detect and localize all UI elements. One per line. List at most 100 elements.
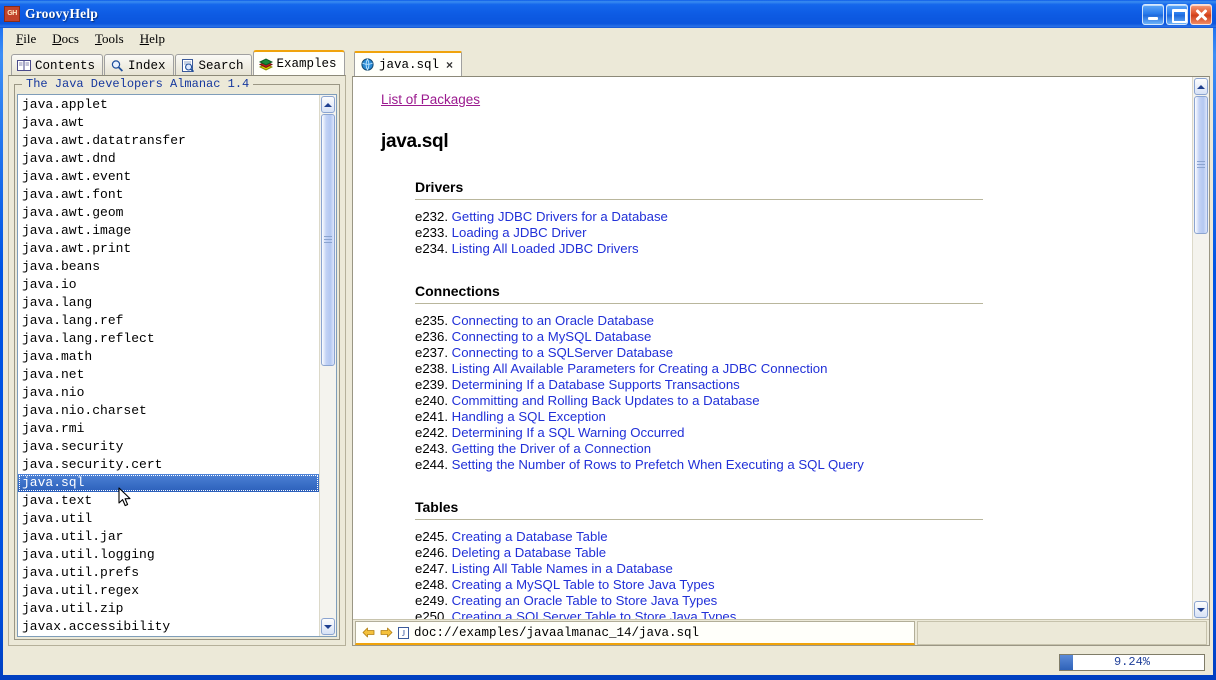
package-list-item[interactable]: java.nio.charset <box>18 402 319 420</box>
package-list[interactable]: java.applet java.awt java.awt.datatransfer… <box>18 95 319 636</box>
document-status-bar: J doc://examples/javaalmanac_14/java.sql <box>353 619 1209 645</box>
package-list-item[interactable]: java.security <box>18 438 319 456</box>
package-list-item[interactable]: java.util.logging <box>18 546 319 564</box>
package-list-item[interactable]: java.applet <box>18 96 319 114</box>
menu-item-file[interactable]: File <box>9 29 45 49</box>
package-list-item[interactable]: java.sql <box>18 474 319 492</box>
list-of-packages-link[interactable]: List of Packages <box>381 92 480 107</box>
doc-entry-number: e241. <box>415 409 452 424</box>
address-bar[interactable]: J doc://examples/javaalmanac_14/java.sql <box>355 621 915 645</box>
package-list-item[interactable]: java.rmi <box>18 420 319 438</box>
tab-search-label: Search <box>198 58 244 73</box>
package-list-item[interactable]: java.awt.geom <box>18 204 319 222</box>
page-title: java.sql <box>381 131 449 152</box>
scroll-down-button[interactable] <box>321 618 335 635</box>
doc-entry-number: e246. <box>415 545 452 560</box>
forward-arrow-icon[interactable] <box>380 627 393 638</box>
address-url: doc://examples/javaalmanac_14/java.sql <box>414 625 700 640</box>
scroll-thumb[interactable] <box>321 114 335 366</box>
minimize-button[interactable] <box>1142 3 1164 25</box>
doc-entry-link[interactable]: Creating a SQLServer Table to Store Java… <box>452 609 737 619</box>
close-button[interactable] <box>1190 3 1212 25</box>
package-list-item[interactable]: java.text <box>18 492 319 510</box>
doc-entry-link[interactable]: Handling a SQL Exception <box>452 409 606 424</box>
doc-entry-link[interactable]: Determining If a Database Supports Trans… <box>452 377 740 392</box>
doc-entry: e242. Determining If a SQL Warning Occur… <box>415 425 1192 441</box>
package-list-item[interactable]: java.util <box>18 510 319 528</box>
doc-entry-link[interactable]: Creating a Database Table <box>452 529 608 544</box>
doc-entry-number: e234. <box>415 241 452 256</box>
doc-entry-link[interactable]: Connecting to a MySQL Database <box>452 329 652 344</box>
package-list-item[interactable]: javax.accessibility <box>18 618 319 636</box>
package-list-item[interactable]: java.awt.datatransfer <box>18 132 319 150</box>
status-filler <box>917 621 1207 645</box>
package-list-item[interactable]: java.beans <box>18 258 319 276</box>
doc-scroll-down-button[interactable] <box>1194 601 1208 618</box>
almanac-group-title: The Java Developers Almanac 1.4 <box>22 77 254 91</box>
menu-item-docs[interactable]: Docs <box>45 29 88 49</box>
doc-entry-number: e235. <box>415 313 452 328</box>
package-list-item[interactable]: java.io <box>18 276 319 294</box>
package-list-item[interactable]: java.util.regex <box>18 582 319 600</box>
doc-entry: e246. Deleting a Database Table <box>415 545 1192 561</box>
package-list-item[interactable]: java.awt <box>18 114 319 132</box>
scroll-track[interactable] <box>320 114 336 617</box>
package-list-item[interactable]: java.net <box>18 366 319 384</box>
doc-scroll-grip-icon <box>1197 161 1205 169</box>
doc-scroll-up-button[interactable] <box>1194 78 1208 95</box>
doc-entry-link[interactable]: Listing All Available Parameters for Cre… <box>452 361 828 376</box>
chevron-down-icon <box>1197 607 1205 612</box>
doc-entry-link[interactable]: Loading a JDBC Driver <box>452 225 587 240</box>
doc-entry-link[interactable]: Listing All Loaded JDBC Drivers <box>452 241 639 256</box>
search-icon <box>111 60 124 72</box>
back-arrow-icon[interactable] <box>362 627 375 638</box>
doc-entry-link[interactable]: Connecting to a SQLServer Database <box>452 345 673 360</box>
doc-entry-link[interactable]: Creating an Oracle Table to Store Java T… <box>452 593 718 608</box>
package-list-item[interactable]: java.math <box>18 348 319 366</box>
doc-entry-link[interactable]: Committing and Rolling Back Updates to a… <box>452 393 760 408</box>
package-list-item[interactable]: java.nio <box>18 384 319 402</box>
doc-entry-link[interactable]: Connecting to an Oracle Database <box>452 313 654 328</box>
document-scrollbar[interactable] <box>1192 77 1209 619</box>
almanac-group-box: The Java Developers Almanac 1.4 java.app… <box>14 77 340 640</box>
tab-search[interactable]: Search <box>174 54 252 76</box>
doc-entry-link[interactable]: Getting JDBC Drivers for a Database <box>452 209 668 224</box>
tab-contents[interactable]: Contents <box>11 54 104 76</box>
package-list-item[interactable]: java.security.cert <box>18 456 319 474</box>
package-list-scrollbar[interactable] <box>319 95 336 636</box>
document-tab-label: java.sql <box>379 57 440 72</box>
tab-index[interactable]: Index <box>104 54 174 76</box>
package-list-item[interactable]: java.util.zip <box>18 600 319 618</box>
menu-item-tools[interactable]: Tools <box>88 29 133 49</box>
doc-entry-link[interactable]: Determining If a SQL Warning Occurred <box>452 425 685 440</box>
doc-entry-link[interactable]: Deleting a Database Table <box>452 545 606 560</box>
doc-section-heading: Tables <box>415 499 983 520</box>
doc-entry-link[interactable]: Listing All Table Names in a Database <box>452 561 673 576</box>
package-list-item[interactable]: java.awt.event <box>18 168 319 186</box>
doc-entry-link[interactable]: Getting the Driver of a Connection <box>452 441 651 456</box>
window-title: GroovyHelp <box>25 6 99 21</box>
doc-entry-link[interactable]: Setting the Number of Rows to Prefetch W… <box>452 457 864 472</box>
package-list-item[interactable]: java.awt.image <box>18 222 319 240</box>
package-list-item[interactable]: java.awt.font <box>18 186 319 204</box>
package-list-item[interactable]: java.awt.print <box>18 240 319 258</box>
doc-scroll-track[interactable] <box>1193 96 1209 600</box>
doc-entry-link[interactable]: Creating a MySQL Table to Store Java Typ… <box>452 577 715 592</box>
chevron-up-icon <box>1197 84 1205 89</box>
scroll-up-button[interactable] <box>321 96 335 113</box>
globe-icon <box>361 58 374 71</box>
magnifier-page-icon <box>181 59 194 72</box>
split-panes: Contents Index Search Examples The Java … <box>6 50 1210 646</box>
package-list-item[interactable]: java.lang.reflect <box>18 330 319 348</box>
document-tab-java-sql[interactable]: java.sql × <box>354 51 463 76</box>
doc-scroll-thumb[interactable] <box>1194 96 1208 234</box>
package-list-item[interactable]: java.util.jar <box>18 528 319 546</box>
package-list-item[interactable]: java.lang.ref <box>18 312 319 330</box>
package-list-item[interactable]: java.lang <box>18 294 319 312</box>
package-list-item[interactable]: java.util.prefs <box>18 564 319 582</box>
close-icon[interactable]: × <box>446 58 453 72</box>
package-list-item[interactable]: java.awt.dnd <box>18 150 319 168</box>
tab-examples[interactable]: Examples <box>252 50 345 75</box>
menu-item-help[interactable]: Help <box>133 29 174 49</box>
maximize-button[interactable] <box>1166 3 1188 25</box>
